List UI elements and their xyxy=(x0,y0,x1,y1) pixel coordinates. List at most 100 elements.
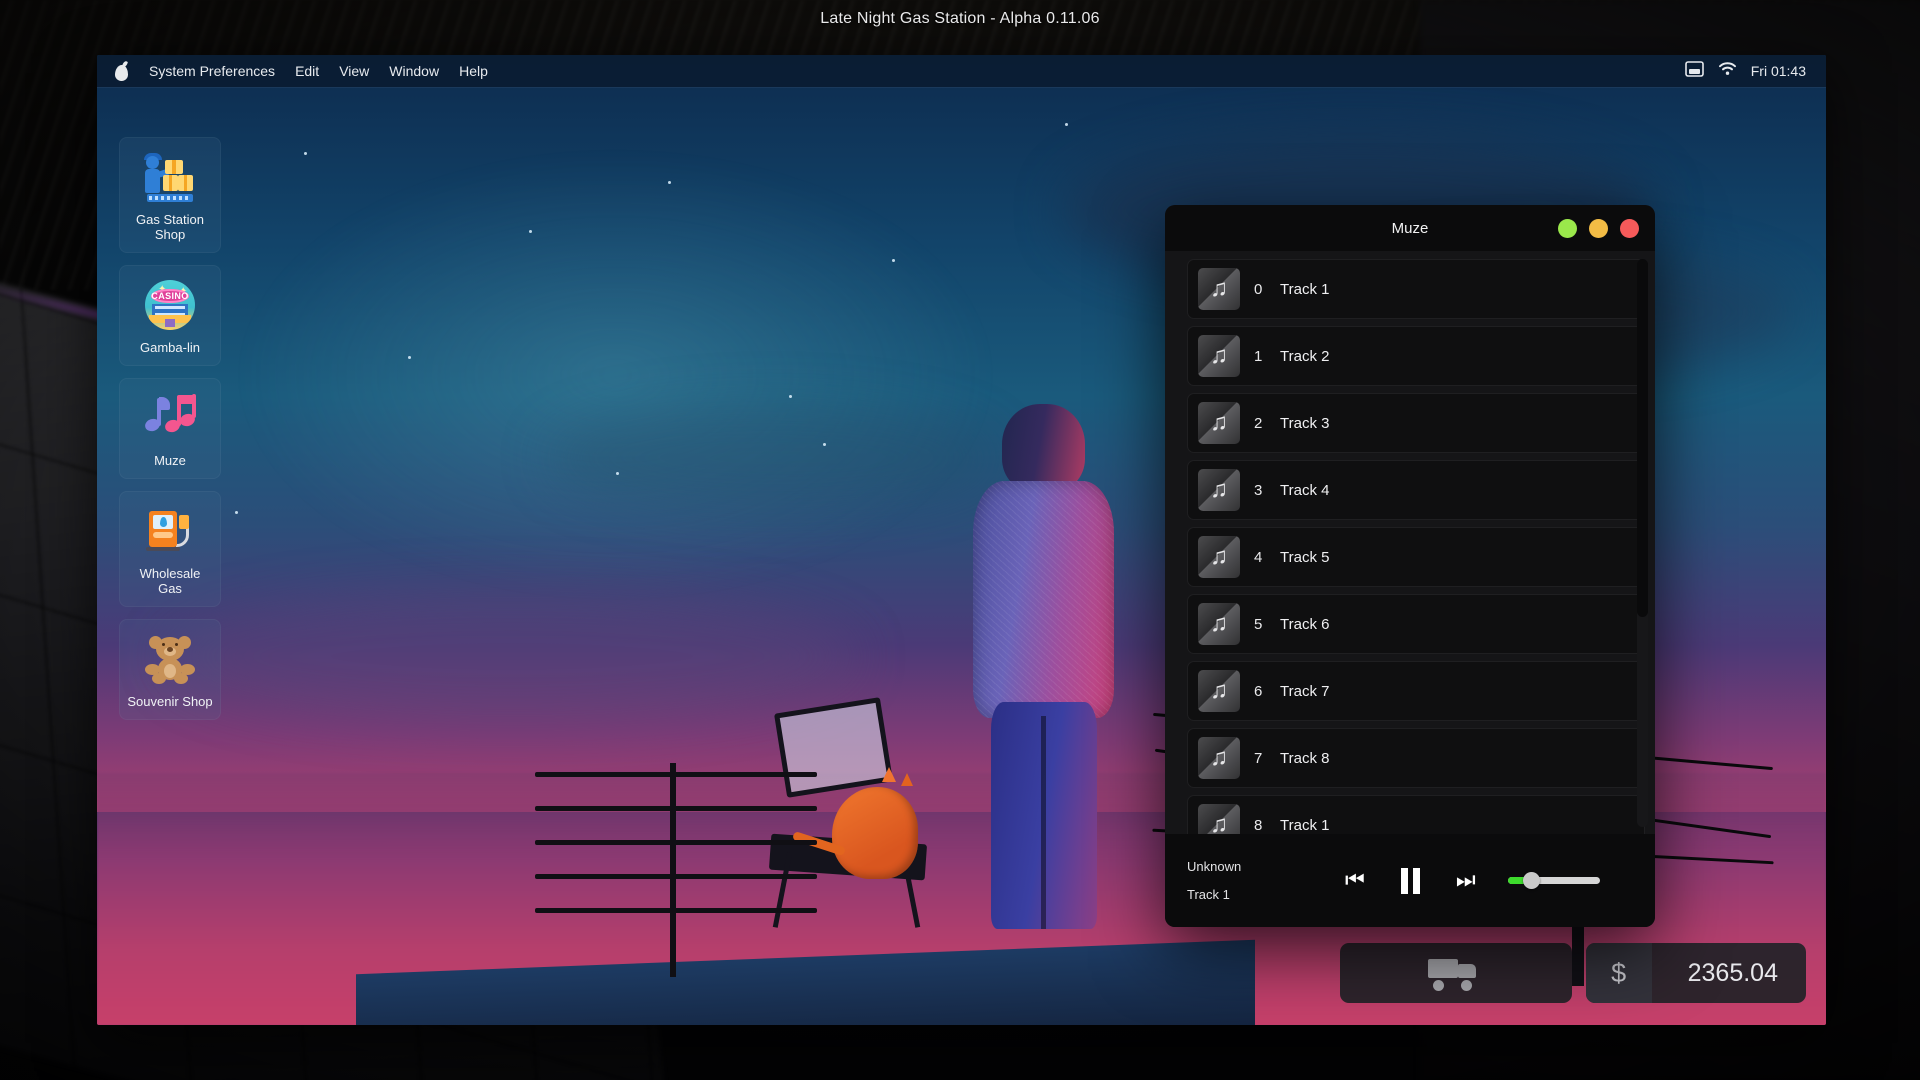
track-index: 0 xyxy=(1254,281,1280,298)
person-head xyxy=(1002,404,1084,491)
gas-station-shop-icon xyxy=(143,150,197,204)
wallpaper-cat xyxy=(832,787,918,879)
menu-item-help[interactable]: Help xyxy=(459,63,488,79)
now-playing-info: Unknown Track 1 xyxy=(1187,859,1337,902)
music-notes-icon xyxy=(143,391,197,445)
menu-item-view[interactable]: View xyxy=(339,63,369,79)
antenna-bar xyxy=(535,772,817,777)
antenna-bar xyxy=(535,908,817,913)
casino-sign-text: CASINO xyxy=(151,291,188,301)
music-note-icon: ♫ xyxy=(1198,469,1240,511)
wallpaper-milky-way-glow xyxy=(235,152,996,598)
track-name: Track 8 xyxy=(1280,750,1329,767)
teddy-bear-icon xyxy=(143,632,197,686)
track-row[interactable]: ♫6Track 7 xyxy=(1187,661,1645,721)
track-index: 8 xyxy=(1254,817,1280,834)
wallpaper-star xyxy=(789,395,792,398)
wifi-icon[interactable] xyxy=(1718,61,1737,81)
desktop-app-dock: Gas Station Shop ✦ ✦ CASINO Gamba-lin xyxy=(119,137,221,720)
money-display[interactable]: $ 2365.04 xyxy=(1586,943,1806,1003)
app-tile-muze[interactable]: Muze xyxy=(119,378,221,479)
window-close-button[interactable] xyxy=(1620,219,1639,238)
music-note-icon: ♫ xyxy=(1198,536,1240,578)
pause-icon[interactable] xyxy=(1401,868,1420,894)
menu-item-edit[interactable]: Edit xyxy=(295,63,319,79)
delivery-truck-icon xyxy=(1428,954,1484,992)
track-name: Track 2 xyxy=(1280,348,1329,365)
track-row[interactable]: ♫8Track 1 xyxy=(1187,795,1645,834)
gas-pump-icon xyxy=(143,504,197,558)
muze-title-bar[interactable]: Muze xyxy=(1165,205,1655,251)
track-row[interactable]: ♫ 7Track 8 xyxy=(1187,728,1645,788)
muze-window: Muze ♫0Track 1♫1Track 2♫2Track 3♫3Track … xyxy=(1165,205,1655,927)
wallpaper-star xyxy=(408,356,411,359)
track-row[interactable]: ♫ 5Track 6 xyxy=(1187,594,1645,654)
muze-scrollbar-thumb[interactable] xyxy=(1637,259,1648,617)
volume-slider-knob[interactable] xyxy=(1523,872,1540,889)
app-tile-gas-station-shop[interactable]: Gas Station Shop xyxy=(119,137,221,253)
track-row[interactable]: ♫ 2Track 3 xyxy=(1187,393,1645,453)
menu-item-window[interactable]: Window xyxy=(389,63,439,79)
delivery-truck-button[interactable] xyxy=(1340,943,1572,1003)
previous-track-icon[interactable]: ⏮ xyxy=(1345,870,1365,892)
track-name: Track 4 xyxy=(1280,482,1329,499)
music-note-icon: ♫ xyxy=(1198,670,1240,712)
volume-slider[interactable] xyxy=(1508,877,1600,884)
game-window-title: Late Night Gas Station - Alpha 0.11.06 xyxy=(0,10,1920,28)
wallpaper-star xyxy=(616,472,619,475)
app-label: Souvenir Shop xyxy=(127,694,212,709)
cat-ear xyxy=(901,773,913,786)
next-track-icon[interactable]: ⏭ xyxy=(1456,870,1476,892)
app-label: Wholesale Gas xyxy=(126,566,214,596)
person-torso xyxy=(973,481,1114,717)
track-index: 6 xyxy=(1254,683,1280,700)
track-index: 1 xyxy=(1254,348,1280,365)
music-note-icon: ♫ xyxy=(1198,268,1240,310)
dollar-sign-icon: $ xyxy=(1586,943,1652,1003)
app-label: Muze xyxy=(154,453,186,468)
track-row[interactable]: ♫3Track 4 xyxy=(1187,460,1645,520)
cat-ear xyxy=(882,767,896,782)
track-row[interactable]: ♫0Track 1 xyxy=(1187,259,1645,319)
app-tile-wholesale-gas[interactable]: Wholesale Gas xyxy=(119,491,221,607)
menu-bar-status-area: Fri 01:43 xyxy=(1685,61,1812,82)
playback-controls: ⏮ ⏭ xyxy=(1345,868,1476,894)
antenna-pole xyxy=(670,763,676,976)
now-playing-artist: Unknown xyxy=(1187,859,1337,874)
wallpaper-cloud xyxy=(547,404,997,511)
track-name: Track 6 xyxy=(1280,616,1329,633)
music-note-icon: ♫ xyxy=(1198,603,1240,645)
menu-item-system-preferences[interactable]: System Preferences xyxy=(149,63,275,79)
muze-scrollbar-track[interactable] xyxy=(1637,259,1648,827)
muze-player-bar: Unknown Track 1 ⏮ ⏭ xyxy=(1165,834,1655,927)
track-index: 7 xyxy=(1254,750,1280,767)
antenna-bar xyxy=(535,840,817,845)
music-note-icon: ♫ xyxy=(1198,804,1240,834)
music-note-icon: ♫ xyxy=(1198,402,1240,444)
pear-logo-icon[interactable] xyxy=(111,60,131,82)
wallpaper-star xyxy=(529,230,532,233)
wallpaper-star xyxy=(668,181,671,184)
track-row[interactable]: ♫1Track 2 xyxy=(1187,326,1645,386)
window-maximize-button[interactable] xyxy=(1558,219,1577,238)
wallpaper-tv-antenna xyxy=(529,763,823,976)
music-note-icon: ♫ xyxy=(1198,737,1240,779)
antenna-bar xyxy=(535,874,817,879)
track-row[interactable]: ♫4Track 5 xyxy=(1187,527,1645,587)
game-hud: $ 2365.04 xyxy=(1340,943,1806,1003)
now-playing-track: Track 1 xyxy=(1187,887,1337,902)
window-controls xyxy=(1558,219,1639,238)
muze-track-list[interactable]: ♫0Track 1♫1Track 2♫2Track 3♫3Track 4♫4Tr… xyxy=(1165,251,1655,834)
track-index: 2 xyxy=(1254,415,1280,432)
display-icon[interactable] xyxy=(1685,61,1704,82)
app-tile-gamba-lin[interactable]: ✦ ✦ CASINO Gamba-lin xyxy=(119,265,221,366)
person-legs xyxy=(991,702,1097,928)
track-index: 5 xyxy=(1254,616,1280,633)
track-name: Track 3 xyxy=(1280,415,1329,432)
antenna-bar xyxy=(535,806,817,811)
casino-icon: ✦ ✦ CASINO xyxy=(143,278,197,332)
track-index: 4 xyxy=(1254,549,1280,566)
window-minimize-button[interactable] xyxy=(1589,219,1608,238)
app-tile-souvenir-shop[interactable]: Souvenir Shop xyxy=(119,619,221,720)
in-game-desktop: System Preferences Edit View Window Help… xyxy=(97,55,1826,1025)
